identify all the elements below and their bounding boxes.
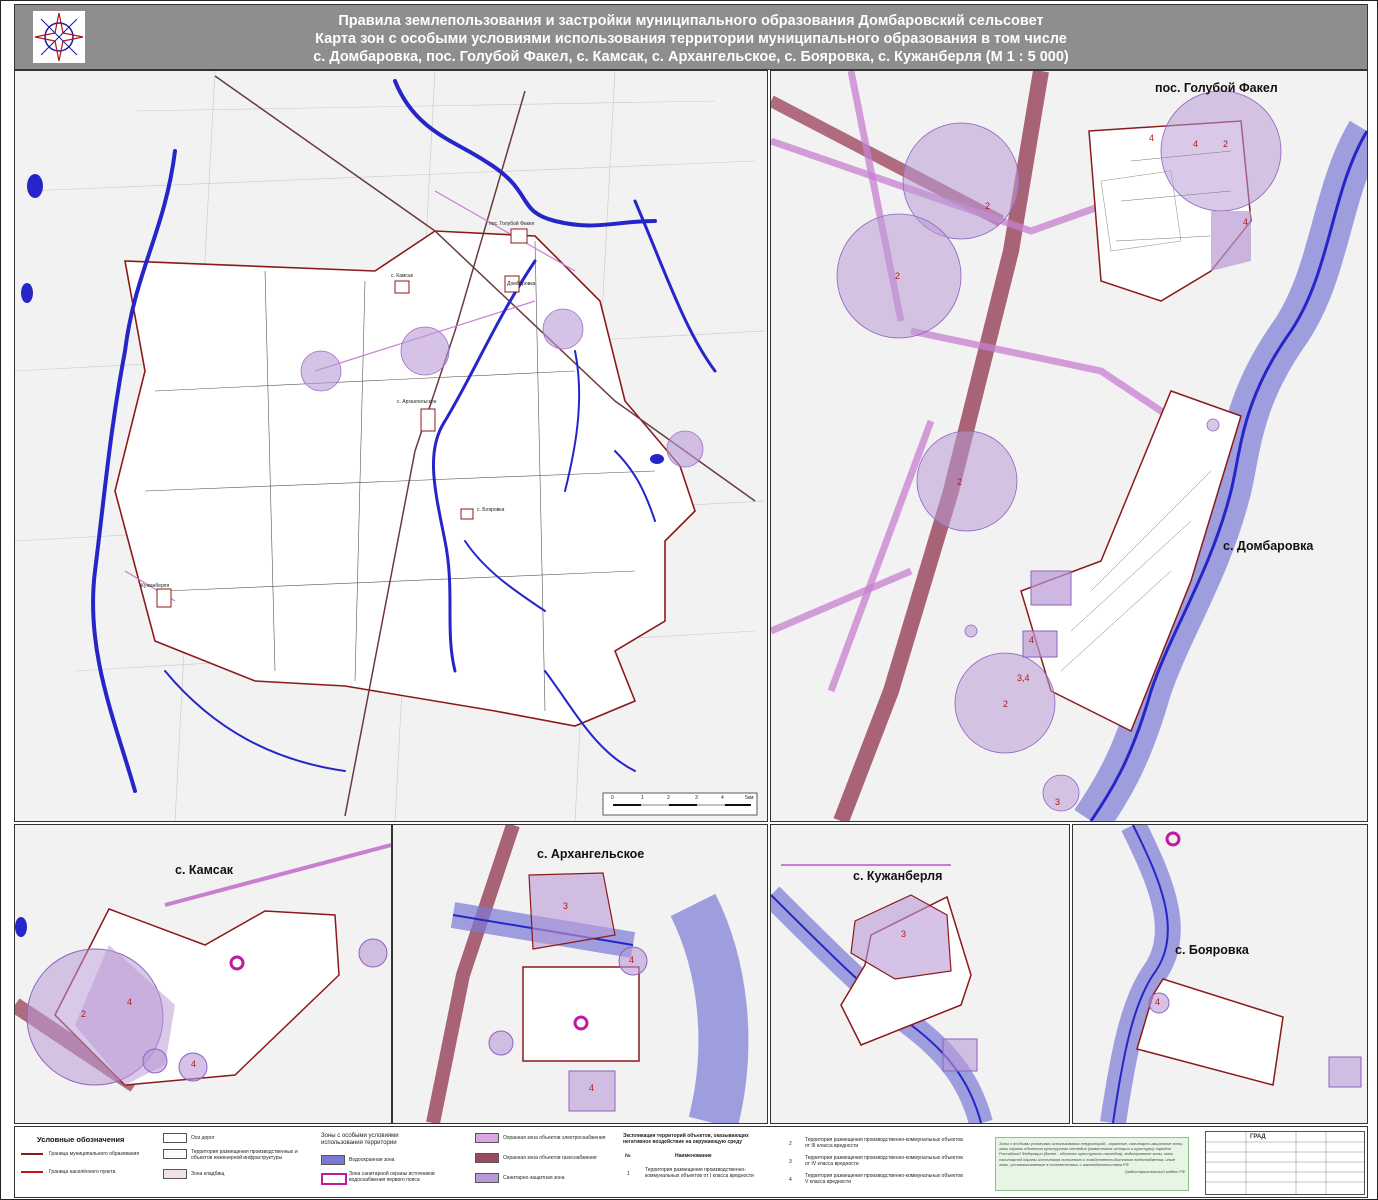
zone-num: 4 [1029,635,1035,645]
legend-item-prod: Территория размещения производственных и… [191,1149,298,1161]
zone-num: 3 [901,929,907,939]
detail-map-drawing [771,71,1367,821]
legend-expl-text-2: Территория размещения производственно-ко… [805,1137,963,1149]
overview-map-drawing [15,71,766,821]
legend-item-sanit: Зона санитарной охраны источников водосн… [349,1171,435,1183]
legend-expl-text-1: Территория размещения производственно-ко… [645,1167,754,1179]
legend-note: Зоны с особыми условиями использования т… [995,1137,1189,1191]
label-kuzhanberlya: с. Кужанберля [853,869,943,883]
legend-swatch-mo [21,1153,43,1155]
legend-expl-text-3: Территория размещения производственно-ко… [805,1155,963,1167]
zone-num: 4 [1243,217,1249,227]
zone-num: 2 [895,271,901,281]
overview-map-panel[interactable]: пос. Голубой Факел с. Камсак Домбаровка … [14,70,768,822]
legend-strip: Условные обозначения Граница муниципальн… [14,1126,1368,1198]
label-dombarovka: с. Домбаровка [1223,539,1314,553]
overview-label-boyar: с. Бояровка [477,507,505,513]
title-header: Правила землепользования и застройки мун… [14,4,1368,70]
title-block-stamp: ГРАД [1205,1131,1365,1195]
stamp-org: ГРАД [1250,1134,1266,1140]
scale-tick-3: 3 [695,795,698,801]
zone-num: 3 [563,901,569,911]
zone-num: 4 [589,1083,595,1093]
scale-tick-2: 2 [667,795,670,801]
legend-expl-num-2: 2 [789,1141,792,1147]
legend-swatch-cemetery [163,1169,187,1179]
legend-swatch-elec [475,1133,499,1143]
zone-num: 4 [629,955,635,965]
legend-swatch-roads [163,1133,187,1143]
legend-title: Условные обозначения [37,1135,125,1144]
legend-expl-num-1: 1 [627,1171,630,1177]
legend-note-org: Градостроительный кодекс РФ [1124,1169,1185,1175]
overview-label-golfak: пос. Голубой Факел [489,221,535,227]
label-golfak: пос. Голубой Факел [1155,81,1278,95]
scale-tick-4: 4 [721,795,724,801]
zone-num: 4 [1193,139,1199,149]
zone-num: 2 [1223,139,1229,149]
zone-num: 2 [957,477,963,487]
zone-num: 4 [191,1059,197,1069]
title-line-2: Карта зон с особыми условиями использова… [315,31,1067,47]
legend-expl-title: Экспликация территорий объектов, оказыва… [623,1133,749,1145]
stamp-grid [1206,1132,1364,1194]
label-boyarovka: с. Бояровка [1175,943,1249,957]
legend-swatch-prod [163,1149,187,1159]
legend-item-water: Водоохранная зона [349,1157,395,1163]
legend-item-gas: Охранная зона объектов газоснабжения [503,1155,597,1161]
legend-note-text: Зоны с особыми условиями использования т… [999,1141,1183,1167]
legend-expl-num-3: 3 [789,1159,792,1165]
zone-num: 2 [1003,699,1009,709]
scale-tick-1: 1 [641,795,644,801]
overview-label-arkhang: с. Архангельское [397,399,437,405]
boyarovka-drawing [1100,825,1362,1123]
legend-zones-title: Зоны с особыми условиями использования т… [321,1133,399,1146]
legend-item-elec: Охранная зона объектов электроснабжения [503,1135,606,1141]
legend-expl-col-num: № [625,1153,631,1159]
panel-boyarovka[interactable]: с. Бояровка 4 [1072,824,1368,1124]
zone-num: 4 [1155,997,1161,1007]
label-kamsak: с. Камсак [175,863,234,877]
scale-tick-0: 0 [611,795,614,801]
panel-arkhangelskoe[interactable]: с. Архангельское 3 4 4 [392,824,768,1124]
title-line-3: с. Домбаровка, пос. Голубой Факел, с. Ка… [313,49,1069,65]
panel-kamsak[interactable]: с. Камсак 2 4 4 [14,824,392,1124]
panel-kuzhanberlya[interactable]: с. Кужанберля 3 [770,824,1070,1124]
legend-expl-num-4: 4 [789,1177,792,1183]
legend-item-szz: Санитарно-защитная зона [503,1175,565,1181]
overview-label-dombar: Домбаровка [507,281,536,287]
label-arkhangelskoe: с. Архангельское [537,847,645,861]
zone-num: 4 [127,997,133,1007]
municipal-boundary [114,230,696,727]
river-east [633,199,717,373]
scale-tick-5: 5км [745,795,754,801]
legend-swatch-np [21,1171,43,1173]
legend-expl-text-4: Территория размещения производственно-ко… [805,1173,963,1185]
arkhangelskoe-drawing [426,825,749,1123]
legend-item-mo: Граница муниципального образования [49,1151,140,1157]
legend-expl-col-name: Наименование [675,1153,712,1159]
legend-item-np: Граница населённого пункта [49,1169,116,1175]
overview-label-kuzhan: Кужанберля [141,583,170,589]
legend-swatch-water [321,1155,345,1165]
panel-golfak-dombarovka[interactable]: пос. Голубой Факел с. Домбаровка 2 2 2 4… [770,70,1368,822]
legend-swatch-sanit [321,1173,347,1185]
legend-item-cemetery: Зона кладбищ [191,1171,225,1177]
zone-num: 2 [985,201,991,211]
legend-item-roads: Оси дорог [191,1135,215,1141]
zone-num: 2 [81,1009,87,1019]
legend-swatch-szz [475,1173,499,1183]
overview-label-kamsak: с. Камсак [391,273,413,279]
zone-num: 4 [1149,133,1155,143]
zone-num: 3 [1055,797,1061,807]
title-line-1: Правила землепользования и застройки мун… [338,13,1044,29]
zone-num: 3,4 [1017,673,1030,683]
legend-swatch-gas [475,1153,499,1163]
